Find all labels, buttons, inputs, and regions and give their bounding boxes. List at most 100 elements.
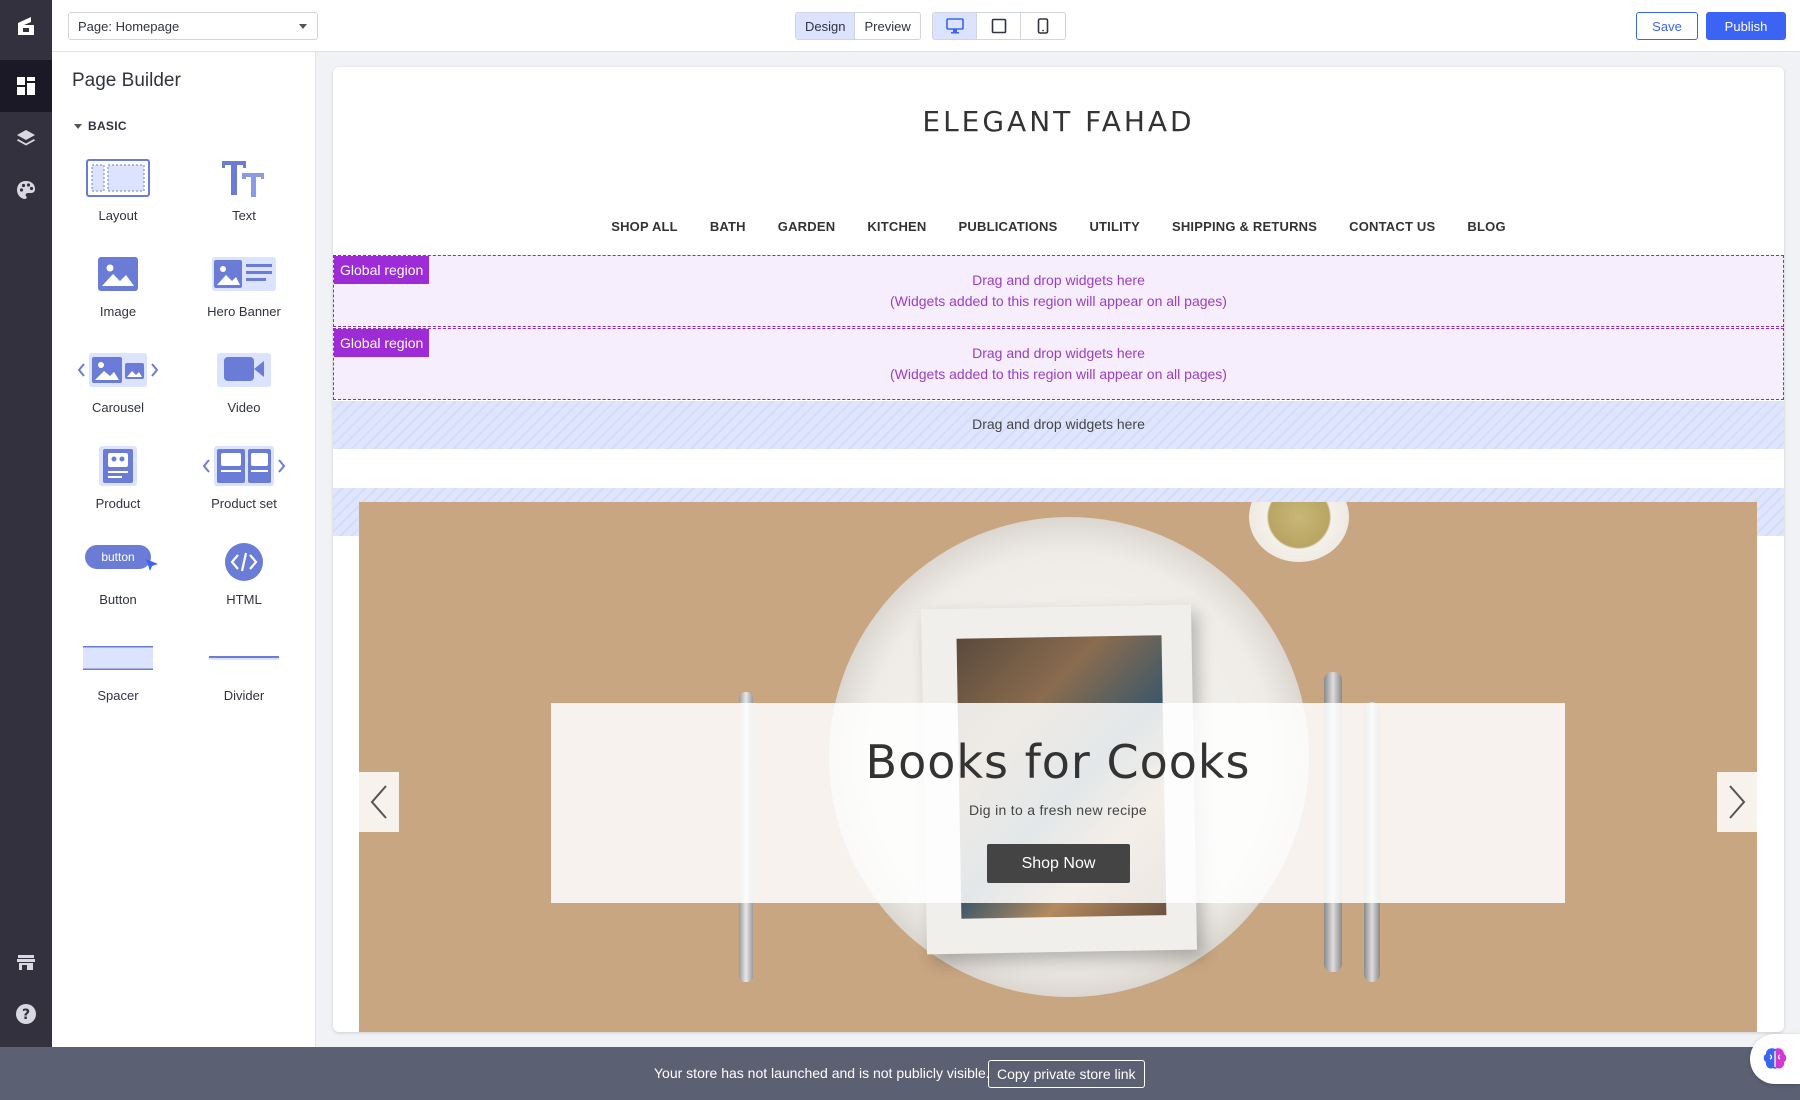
widgets-tab-icon[interactable] xyxy=(0,60,52,112)
nav-contact-us[interactable]: CONTACT US xyxy=(1349,219,1435,234)
chevron-down-icon xyxy=(299,24,307,29)
product-set-icon xyxy=(201,440,287,492)
button-icon-pill: button xyxy=(85,545,151,569)
nav-utility[interactable]: UTILITY xyxy=(1089,219,1140,234)
widget-label: Text xyxy=(232,208,256,223)
nav-shipping-returns[interactable]: SHIPPING & RETURNS xyxy=(1172,219,1317,234)
mode-toggle: Design Preview xyxy=(795,12,921,40)
hero-banner-icon xyxy=(211,248,277,300)
chevron-left-icon xyxy=(370,785,387,819)
nav-bath[interactable]: BATH xyxy=(710,219,746,234)
tablet-view-button[interactable] xyxy=(977,13,1021,39)
desktop-icon xyxy=(945,18,964,34)
global-region-message: Drag and drop widgets here (Widgets adde… xyxy=(334,343,1783,385)
drop-zone[interactable]: Drag and drop widgets here xyxy=(333,401,1784,449)
design-mode-button[interactable]: Design xyxy=(796,13,856,39)
theme-palette-icon[interactable] xyxy=(0,164,52,216)
section-label: BASIC xyxy=(88,119,127,133)
text-icon xyxy=(220,152,268,204)
carousel-next-button[interactable] xyxy=(1717,772,1757,832)
widget-video[interactable]: Video xyxy=(189,344,299,424)
tablet-icon xyxy=(991,18,1006,34)
hero-title: Books for Cooks xyxy=(865,735,1251,789)
copy-private-link-button[interactable]: Copy private store link xyxy=(988,1060,1145,1088)
help-icon[interactable]: ? xyxy=(0,988,52,1040)
store-status-message: Your store has not launched and is not p… xyxy=(654,1065,990,1081)
widget-hero-banner[interactable]: Hero Banner xyxy=(189,248,299,328)
hero-card: Books for Cooks Dig in to a fresh new re… xyxy=(551,703,1565,903)
page-builder-panel: Page Builder BASIC Layout Text Image Her… xyxy=(52,52,316,1047)
drop-hint: Drag and drop widgets here xyxy=(972,272,1145,288)
svg-text:?: ? xyxy=(22,1007,30,1023)
brain-icon xyxy=(1763,1048,1787,1069)
panel-title: Page Builder xyxy=(72,70,181,91)
global-region-2[interactable]: Global region Drag and drop widgets here… xyxy=(333,328,1784,400)
widget-layout[interactable]: Layout xyxy=(63,152,173,232)
drop-hint: Drag and drop widgets here xyxy=(972,345,1145,361)
publish-button[interactable]: Publish xyxy=(1706,12,1786,40)
widget-product[interactable]: Product xyxy=(63,440,173,520)
storefront-icon[interactable] xyxy=(0,936,52,988)
layout-icon xyxy=(86,152,150,204)
widget-label: Video xyxy=(227,400,261,415)
widget-label: Layout xyxy=(98,208,138,223)
product-icon xyxy=(98,440,138,492)
caret-down-icon xyxy=(74,123,82,129)
drop-zone-message: Drag and drop widgets here xyxy=(972,416,1145,432)
carousel-icon xyxy=(75,344,161,396)
global-region-1[interactable]: Global region Drag and drop widgets here… xyxy=(333,255,1784,327)
widget-carousel[interactable]: Carousel xyxy=(63,344,173,424)
shop-now-button[interactable]: Shop Now xyxy=(987,844,1130,883)
widget-label: Carousel xyxy=(91,400,145,415)
nav-garden[interactable]: GARDEN xyxy=(778,219,836,234)
nav-shop-all[interactable]: SHOP ALL xyxy=(611,219,678,234)
store-nav: SHOP ALL BATH GARDEN KITCHEN PUBLICATION… xyxy=(333,219,1784,234)
widget-spacer[interactable]: Spacer xyxy=(63,632,173,712)
desktop-view-button[interactable] xyxy=(933,13,977,39)
spacer-icon xyxy=(82,632,154,684)
nav-publications[interactable]: PUBLICATIONS xyxy=(959,219,1058,234)
hero-carousel[interactable]: Books for Cooks Dig in to a fresh new re… xyxy=(359,502,1757,1032)
nav-kitchen[interactable]: KITCHEN xyxy=(867,219,926,234)
mobile-icon xyxy=(1037,18,1049,34)
carousel-prev-button[interactable] xyxy=(359,772,399,832)
drop-note: (Widgets added to this region will appea… xyxy=(890,293,1227,309)
page-select[interactable]: Page: Homepage xyxy=(68,12,318,40)
widget-product-set[interactable]: Product set xyxy=(189,440,299,520)
html-code-icon xyxy=(224,536,264,588)
widget-label: HTML xyxy=(226,592,262,607)
left-rail: ? xyxy=(0,0,52,1047)
save-button[interactable]: Save xyxy=(1636,12,1698,40)
widget-label: Product xyxy=(95,496,141,511)
widget-image[interactable]: Image xyxy=(63,248,173,328)
ai-assistant-button[interactable] xyxy=(1750,1034,1800,1084)
global-region-message: Drag and drop widgets here (Widgets adde… xyxy=(334,270,1783,312)
widget-button[interactable]: button Button xyxy=(63,536,173,616)
page-canvas: ELEGANT FAHAD SHOP ALL BATH GARDEN KITCH… xyxy=(333,67,1784,1032)
basic-section-toggle[interactable]: BASIC xyxy=(74,119,127,133)
widget-html[interactable]: HTML xyxy=(189,536,299,616)
hero-subtitle: Dig in to a fresh new recipe xyxy=(968,802,1148,818)
widget-divider[interactable]: Divider xyxy=(189,632,299,712)
bigcommerce-logo-icon[interactable] xyxy=(0,0,52,52)
mobile-view-button[interactable] xyxy=(1021,13,1065,39)
top-bar: Page: Homepage Design Preview Save Publi… xyxy=(52,0,1800,52)
divider-icon xyxy=(208,632,280,684)
layers-icon[interactable] xyxy=(0,112,52,164)
button-icon: button xyxy=(85,536,158,588)
store-name[interactable]: ELEGANT FAHAD xyxy=(333,105,1784,138)
nav-blog[interactable]: BLOG xyxy=(1467,219,1505,234)
widget-label: Image xyxy=(99,304,137,319)
store-status-bar: Your store has not launched and is not p… xyxy=(0,1047,1800,1100)
preview-mode-button[interactable]: Preview xyxy=(855,13,919,39)
widget-label: Spacer xyxy=(97,688,139,703)
widget-label: Hero Banner xyxy=(207,304,281,319)
chevron-right-icon xyxy=(1729,785,1746,819)
hero-cup-image xyxy=(1249,502,1349,562)
device-toggle xyxy=(932,12,1066,40)
widget-label: Product set xyxy=(211,496,277,511)
widget-text[interactable]: Text xyxy=(189,152,299,232)
widget-label: Divider xyxy=(223,688,265,703)
image-icon xyxy=(97,248,139,300)
page-select-value: Page: Homepage xyxy=(78,19,180,34)
